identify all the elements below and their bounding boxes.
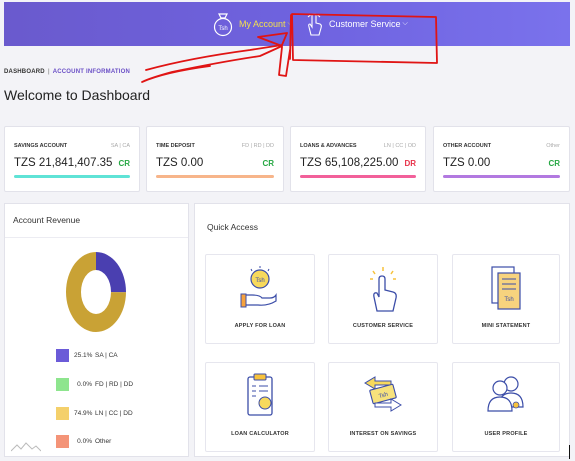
svg-text:Tsh: Tsh bbox=[255, 278, 264, 284]
breadcrumb: DASHBOARD | ACCOUNT INFORMATION bbox=[4, 69, 130, 75]
money-bag-icon: Tsh bbox=[213, 13, 233, 37]
interest-on-savings-tile[interactable]: Tsh INTEREST ON SAVINGS bbox=[328, 362, 438, 452]
donut-slice-sa-ca bbox=[96, 252, 126, 293]
card-amount: TZS 0.00 bbox=[443, 157, 491, 169]
legend-label: FD | RD | DD bbox=[95, 381, 134, 388]
card-tags: SA | CA bbox=[110, 143, 130, 149]
breadcrumb-separator: | bbox=[47, 69, 50, 75]
divider bbox=[5, 237, 188, 238]
money-exchange-icon: Tsh bbox=[364, 376, 402, 412]
receipt-icon: Tsh bbox=[491, 266, 521, 310]
tile-label: INTEREST ON SAVINGS bbox=[349, 431, 417, 437]
card-accent-bar bbox=[443, 175, 560, 178]
loans-advances-card[interactable]: LOANS & ADVANCES LN | CC | OD TZS 65,108… bbox=[290, 126, 426, 192]
card-tags: LN | CC | OD bbox=[383, 143, 416, 149]
legend-item-sa-ca: 25.1% SA | CA bbox=[56, 349, 118, 362]
card-accent-bar bbox=[14, 175, 130, 178]
card-name: TIME DEPOSIT bbox=[156, 143, 195, 149]
other-account-card[interactable]: OTHER ACCOUNT Other TZS 0.00 CR bbox=[433, 126, 570, 192]
revenue-title: Account Revenue bbox=[13, 215, 81, 225]
quick-access-title: Quick Access bbox=[207, 222, 259, 232]
legend-label: Other bbox=[95, 438, 112, 445]
savings-account-card[interactable]: SAVINGS ACCOUNT SA | CA TZS 21,841,407.3… bbox=[4, 126, 140, 192]
tile-label: MINI STATEMENT bbox=[481, 323, 531, 329]
card-tags: Other bbox=[546, 143, 560, 149]
customer-service-label: Customer Service bbox=[329, 19, 401, 29]
page-title: Welcome to Dashboard bbox=[4, 87, 151, 103]
legend-swatch bbox=[56, 407, 69, 420]
legend-swatch bbox=[56, 349, 69, 362]
revenue-donut-chart bbox=[66, 252, 126, 332]
card-name: LOANS & ADVANCES bbox=[300, 143, 357, 149]
apply-for-loan-tile[interactable]: Tsh APPLY FOR LOAN bbox=[205, 254, 315, 344]
legend-item-ln-cc-dd: 74.9% LN | CC | DD bbox=[56, 407, 133, 420]
legend-pct: 74.9% bbox=[74, 410, 93, 417]
card-amount: TZS 0.00 bbox=[156, 157, 204, 169]
customer-service-menu[interactable]: Customer Service ⌵ bbox=[304, 2, 408, 46]
card-amount: TZS 21,841,407.35 bbox=[14, 157, 113, 169]
text-cursor bbox=[569, 445, 570, 459]
legend-label: LN | CC | DD bbox=[95, 410, 133, 417]
card-status: CR bbox=[262, 159, 274, 168]
card-status: DR bbox=[404, 159, 416, 168]
users-icon bbox=[487, 376, 524, 412]
card-accent-bar bbox=[156, 175, 274, 178]
card-tags: FD | RD | DD bbox=[241, 143, 274, 149]
card-name: OTHER ACCOUNT bbox=[443, 143, 492, 149]
my-account-label: My Account bbox=[239, 19, 286, 29]
tile-label: LOAN CALCULATOR bbox=[231, 431, 289, 437]
coin-text: Tsh bbox=[218, 26, 227, 32]
card-amount: TZS 65,108,225.00 bbox=[300, 157, 399, 169]
user-profile-tile[interactable]: USER PROFILE bbox=[452, 362, 560, 452]
top-navbar: Tsh My Account ⌵ Customer Service ⌵ bbox=[4, 2, 570, 46]
time-deposit-card[interactable]: TIME DEPOSIT FD | RD | DD TZS 0.00 CR bbox=[146, 126, 284, 192]
chevron-down-icon: ⌵ bbox=[287, 20, 293, 27]
tile-label: USER PROFILE bbox=[484, 431, 528, 437]
tile-label: APPLY FOR LOAN bbox=[234, 323, 286, 329]
legend-swatch bbox=[56, 435, 69, 448]
touch-hand-icon bbox=[307, 13, 322, 36]
card-accent-bar bbox=[300, 175, 416, 178]
mini-statement-tile[interactable]: Tsh MINI STATEMENT bbox=[452, 254, 560, 344]
touch-hand-icon bbox=[370, 267, 397, 312]
legend-item-other: 0.0% Other bbox=[56, 435, 111, 448]
calculator-clipboard-icon bbox=[247, 373, 273, 416]
card-status: CR bbox=[548, 159, 560, 168]
chevron-down-icon: ⌵ bbox=[402, 20, 408, 27]
loan-calculator-tile[interactable]: LOAN CALCULATOR bbox=[205, 362, 315, 452]
my-account-menu[interactable]: Tsh My Account ⌵ bbox=[212, 2, 293, 46]
customer-service-tile[interactable]: CUSTOMER SERVICE bbox=[328, 254, 438, 344]
tile-label: CUSTOMER SERVICE bbox=[352, 323, 414, 329]
legend-swatch bbox=[56, 378, 69, 391]
legend-item-fd-rd-dd: 0.0% FD | RD | DD bbox=[56, 378, 133, 391]
legend-pct: 0.0% bbox=[77, 381, 92, 388]
breadcrumb-dashboard[interactable]: DASHBOARD bbox=[4, 69, 45, 75]
breadcrumb-current: ACCOUNT INFORMATION bbox=[52, 69, 131, 75]
card-status: CR bbox=[118, 159, 130, 168]
svg-text:Tsh: Tsh bbox=[504, 297, 513, 303]
loan-coin-hand-icon: Tsh bbox=[240, 266, 277, 308]
mini-chart-icon bbox=[11, 442, 41, 452]
account-revenue-panel: Account Revenue 25.1% SA | CA 0.0% FD | … bbox=[4, 203, 189, 457]
legend-pct: 25.1% bbox=[74, 352, 93, 359]
card-name: SAVINGS ACCOUNT bbox=[14, 143, 68, 149]
legend-pct: 0.0% bbox=[77, 438, 92, 445]
quick-access-panel: Quick Access Tsh APPLY FOR LOAN CUSTOMER… bbox=[194, 203, 570, 457]
legend-label: SA | CA bbox=[95, 352, 118, 359]
